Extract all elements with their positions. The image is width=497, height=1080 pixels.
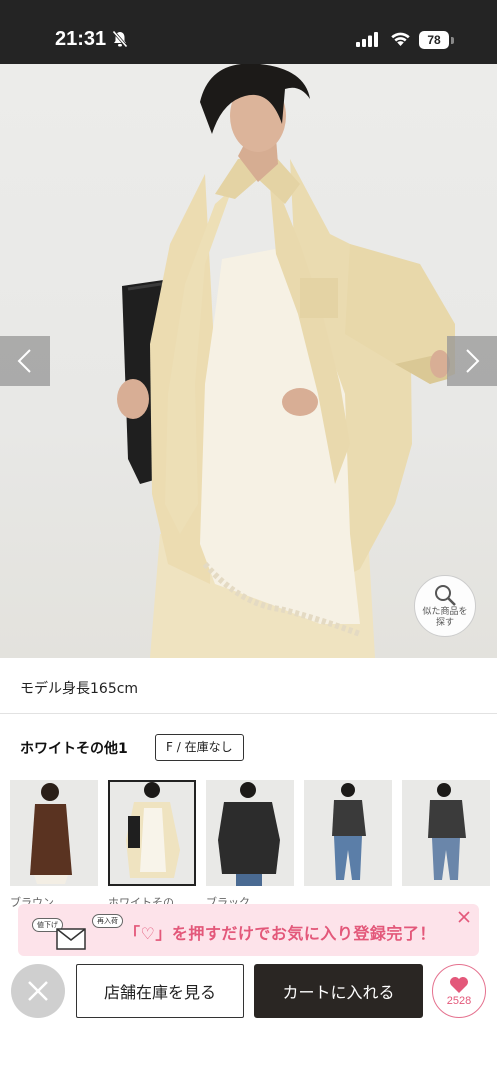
size-stock-badge[interactable]: F / 在庫なし (155, 734, 244, 761)
chevron-right-icon (466, 349, 480, 373)
store-stock-button[interactable]: 店舗在庫を見る (76, 964, 244, 1018)
status-bar: 21:31 78 (0, 0, 497, 64)
variant-photo (428, 783, 466, 880)
mail-icon: 値下げ 再入荷 (28, 912, 123, 952)
status-time: 21:31 (55, 28, 107, 50)
wifi-icon (390, 30, 411, 51)
variant-photo (30, 783, 72, 884)
heart-icon (450, 976, 468, 993)
bell-off-icon (112, 30, 128, 52)
prev-image-button[interactable] (0, 336, 50, 386)
selected-color-name: ホワイトその他1 (20, 741, 128, 757)
divider (0, 713, 497, 714)
bottom-action-bar: 店舗在庫を見る カートに入れる 2528 (0, 958, 497, 1080)
favorite-count: 2528 (446, 994, 472, 1007)
favorite-button[interactable]: 2528 (432, 964, 486, 1018)
close-icon[interactable] (457, 910, 471, 924)
envelope-icon (56, 928, 86, 950)
product-photo (117, 64, 455, 658)
chevron-left-icon (17, 349, 31, 373)
close-icon (28, 981, 48, 1001)
variant-thumb-4[interactable] (304, 780, 392, 886)
battery-tip (451, 37, 454, 44)
model-height: モデル身長165cm (20, 681, 139, 697)
variant-thumb-brown[interactable] (10, 780, 98, 886)
variant-photo (332, 783, 366, 880)
variant-thumb-black[interactable] (206, 780, 294, 886)
add-to-cart-button[interactable]: カートに入れる (254, 964, 423, 1018)
color-variant-list: ブラウン ホワイトその ブラック (10, 780, 497, 910)
variant-photo (218, 782, 280, 886)
variant-thumb-white[interactable] (108, 780, 196, 886)
find-similar-button[interactable]: 似た商品を探す (414, 575, 476, 637)
battery-icon: 78 (419, 31, 449, 49)
signal-icon (356, 32, 380, 51)
close-button[interactable] (11, 964, 65, 1018)
variant-photo (126, 782, 180, 878)
next-image-button[interactable] (447, 336, 497, 386)
search-icon (435, 585, 456, 606)
restock-bubble: 再入荷 (92, 914, 123, 928)
favorite-hint-toast: 値下げ 再入荷 「♡」を押すだけでお気に入り登録完了！ (18, 904, 479, 956)
variant-thumb-5[interactable] (402, 780, 490, 886)
favorite-hint-text: 「♡」を押すだけでお気に入り登録完了！ (124, 924, 436, 943)
product-image[interactable]: 似た商品を探す (0, 64, 497, 658)
find-similar-label: 似た商品を探す (422, 607, 468, 628)
